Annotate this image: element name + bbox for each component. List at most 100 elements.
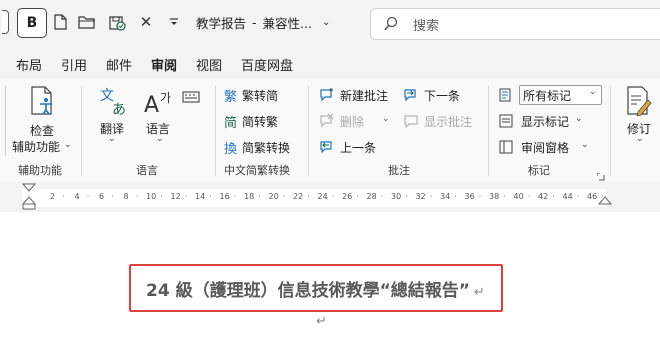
ruler-tick-label: 6 bbox=[99, 192, 105, 201]
first-line-indent-marker[interactable] bbox=[22, 183, 36, 211]
ruler-dot: · bbox=[160, 192, 163, 201]
search-icon bbox=[384, 16, 398, 31]
document-title[interactable]: 教学报告 - 兼容性... ⌄ bbox=[196, 10, 356, 34]
delete-label: 删除 bbox=[340, 115, 365, 129]
ruler-dot: · bbox=[429, 192, 433, 201]
tab-layout[interactable]: 布局 bbox=[16, 55, 42, 74]
show-comments-label: 显示批注 bbox=[424, 115, 473, 129]
search-box[interactable]: 搜索 bbox=[370, 8, 660, 40]
language-button[interactable]: A 가 语言 ⌄ bbox=[140, 86, 180, 156]
ruler-dot: · bbox=[380, 192, 384, 201]
check-accessibility-button[interactable]: 检查 辅助功能 ⌄ bbox=[12, 82, 72, 160]
convert-simplified-icon: 繁 bbox=[224, 90, 238, 105]
chevron-down-icon: ⌄ bbox=[581, 140, 589, 150]
doc-title-text: 教学报告 bbox=[196, 15, 247, 31]
open-folder-icon[interactable] bbox=[76, 10, 98, 34]
ruler-dot: · bbox=[184, 192, 188, 201]
customize-toolbar-icon[interactable] bbox=[164, 10, 184, 34]
title-bar: B ✕ 教学报告 - 兼容性... ⌄ 搜索 bbox=[0, 0, 660, 47]
to-traditional-label: 简转繁 bbox=[242, 115, 279, 129]
horizontal-ruler[interactable]: 2 · 4 · 6 · 8 · 10 · 12 · 14 · 16 · 18 · 20 · 22 · 24 · 26 · 28 · 30… bbox=[0, 182, 660, 212]
ruler-dot: · bbox=[356, 192, 359, 201]
next-label: 下一条 bbox=[424, 89, 461, 103]
new-comment-button[interactable]: 新建批注 bbox=[320, 86, 394, 104]
ruler-tick-label: 2 bbox=[50, 192, 56, 201]
group-chinese-label: 中文简繁转换 bbox=[224, 164, 290, 177]
partial-button[interactable] bbox=[0, 10, 10, 34]
ruler-tick-label: 32 bbox=[415, 192, 426, 201]
chevron-down-icon: ⌄ bbox=[321, 16, 331, 28]
ruler-dot: · bbox=[282, 192, 286, 201]
document-heading[interactable]: 24 級（護理班）信息技術教學“總結報告” ↵ bbox=[146, 276, 485, 301]
chinese-convert-icon: 換 bbox=[224, 142, 238, 157]
ruler-tick-label: 46 bbox=[587, 192, 598, 201]
chevron-down-icon: ⌄ bbox=[64, 140, 72, 150]
ruler-tick-label: 22 bbox=[293, 192, 304, 201]
ruler-dot: · bbox=[233, 192, 237, 201]
ruler-tick-label: 28 bbox=[366, 192, 377, 201]
group-language-label: 语言 bbox=[136, 164, 158, 177]
tab-review[interactable]: 审阅 bbox=[151, 55, 178, 80]
show-comments-icon bbox=[404, 115, 418, 128]
ruler-dot: · bbox=[576, 192, 580, 201]
ruler-tick-label: 42 bbox=[538, 192, 549, 201]
simplified-to-traditional-button[interactable]: 简 简转繁 bbox=[224, 112, 302, 131]
ruler-dot: · bbox=[135, 192, 139, 201]
ruler-tick-label: 40 bbox=[513, 192, 524, 201]
show-markup-icon bbox=[499, 114, 513, 128]
delete-comment-button[interactable]: 删除 ⌄ bbox=[320, 112, 392, 130]
ruler-dot: · bbox=[331, 192, 335, 201]
new-document-icon[interactable] bbox=[50, 10, 70, 34]
chevron-down-icon: ⌄ bbox=[382, 114, 390, 124]
accessibility-label: 辅助功能 bbox=[12, 140, 61, 154]
track-changes-button[interactable]: 修订 ⌄ bbox=[618, 86, 660, 156]
show-markup-button[interactable]: 显示标记 ⌄ bbox=[499, 112, 589, 130]
previous-comment-icon bbox=[320, 141, 332, 154]
ruler-tick-label: 8 bbox=[123, 192, 129, 201]
tab-view[interactable]: 视图 bbox=[196, 55, 222, 74]
ribbon: 检查 辅助功能 ⌄ 辅助功能 文 あ 翻译 ⌄ A 가 语言 ⌄ 语言 繁 繁转… bbox=[0, 78, 660, 183]
tab-mailings[interactable]: 邮件 bbox=[106, 55, 132, 74]
ruler-dot: · bbox=[111, 192, 114, 201]
traditional-to-simplified-button[interactable]: 繁 繁转简 bbox=[224, 86, 302, 105]
group-tracking-label: 标记 bbox=[528, 164, 550, 177]
show-markup-label: 显示标记 bbox=[521, 115, 570, 129]
next-comment-button[interactable]: 下一条 bbox=[404, 86, 474, 104]
new-comment-icon bbox=[320, 88, 333, 102]
bold-button[interactable]: B bbox=[17, 8, 47, 38]
ruler-dot: · bbox=[454, 192, 457, 201]
heading-text: 24 級（護理班）信息技術教學“總結報告” bbox=[146, 281, 470, 301]
keyboard-icon[interactable] bbox=[182, 88, 200, 103]
right-indent-marker[interactable] bbox=[598, 195, 612, 205]
document-canvas[interactable]: 24 級（護理班）信息技術教學“總結報告” ↵ ↵ bbox=[0, 212, 660, 350]
previous-comment-button[interactable]: 上一条 bbox=[320, 138, 390, 156]
ruler-tick-label: 30 bbox=[391, 192, 402, 201]
chinese-conversion-button[interactable]: 換 简繁转换 bbox=[224, 138, 302, 157]
tab-baidu-netdisk[interactable]: 百度网盘 bbox=[241, 55, 293, 74]
reviewing-pane-button[interactable]: 审阅窗格 ⌄ bbox=[499, 138, 599, 156]
language-icon: A 가 bbox=[144, 91, 171, 116]
svg-text:가: 가 bbox=[160, 91, 171, 105]
search-placeholder: 搜索 bbox=[413, 19, 440, 34]
save-sync-icon[interactable] bbox=[106, 10, 128, 34]
check-label: 检查 bbox=[30, 124, 55, 138]
svg-text:あ: あ bbox=[112, 102, 126, 116]
convert-traditional-icon: 简 bbox=[224, 116, 238, 131]
chevron-down-icon: ⌄ bbox=[575, 114, 583, 124]
ruler-dot: · bbox=[62, 192, 65, 201]
close-x-icon[interactable]: ✕ bbox=[136, 10, 156, 34]
ribbon-tabs: 布局 引用 邮件 审阅 视图 百度网盘 bbox=[0, 47, 660, 80]
ruler-tick-label: 16 bbox=[219, 192, 230, 201]
translate-button[interactable]: 文 あ 翻译 ⌄ bbox=[92, 86, 132, 156]
ruler-tick-label: 18 bbox=[244, 192, 255, 201]
compat-mode-text: 兼容性... bbox=[262, 15, 312, 31]
delete-comment-icon bbox=[320, 114, 334, 128]
markup-select[interactable]: 所有标记 ⌄ bbox=[519, 85, 602, 105]
show-comments-button[interactable]: 显示批注 bbox=[404, 112, 484, 130]
ruler-dot: · bbox=[503, 192, 506, 201]
ruler-tick-label: 36 bbox=[464, 192, 475, 201]
reviewing-pane-icon bbox=[499, 140, 513, 154]
dialog-launcher-icon[interactable] bbox=[596, 166, 605, 181]
tab-references[interactable]: 引用 bbox=[61, 55, 87, 74]
ruler-tick-label: 24 bbox=[317, 192, 328, 201]
